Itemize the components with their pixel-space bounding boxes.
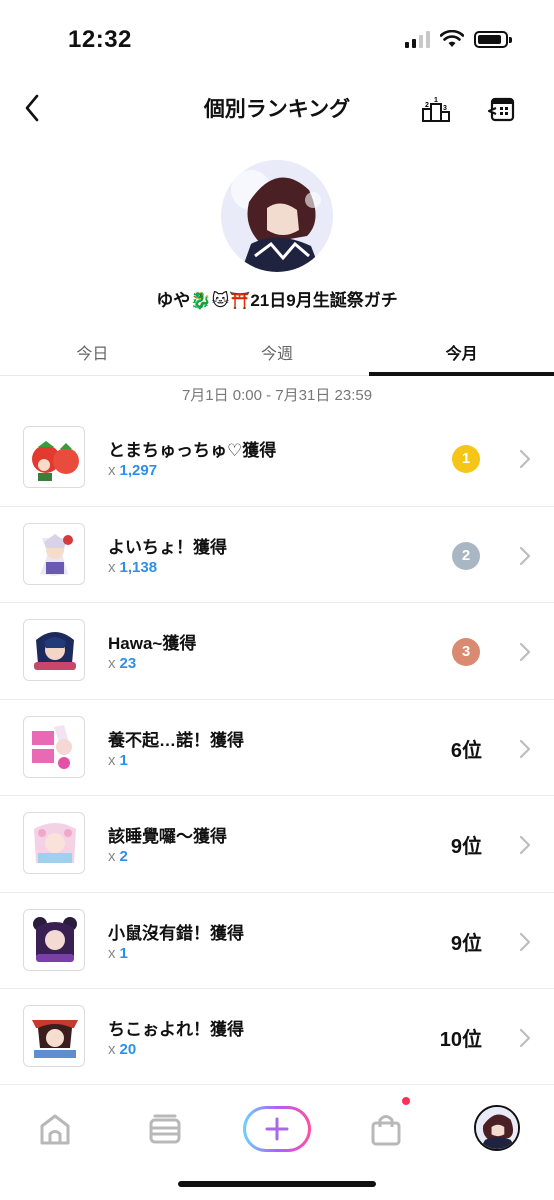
podium-icon: 1 2 3 [422,97,450,122]
home-icon [40,1114,70,1145]
item-name: とまちゅっちゅ♡獲得 [108,441,277,460]
item-count: x 23 [108,655,137,672]
ranking-row[interactable]: よいちょ！獲得 x 1,138 2 [0,507,554,603]
sticker-thumbnail [23,522,85,585]
item-count-value: 1 [119,944,128,962]
header: 個別ランキング 1 2 3 [0,80,554,136]
notification-dot [402,1097,410,1105]
podium-button[interactable]: 1 2 3 [417,90,455,128]
rank-label: 9位 [450,836,482,858]
battery-icon [474,30,512,48]
item-count: x2 [108,848,128,865]
sticker-thumbnail [23,812,85,874]
username: ゆや🐉🐱⛩️21日9月生誕祭ガチ [156,291,398,310]
add-button[interactable] [243,1106,311,1152]
item-count-value: 1,138 [119,558,158,576]
sticker-thumbnail [23,908,85,971]
ranking-row[interactable]: 養不起…諾！獲得 x1 6位 [0,700,554,796]
period-tabs: 今日 今週 今月 [0,322,554,376]
item-name: 小鼠沒有錯！獲得 [108,923,244,943]
rank-label: 9位 [450,932,482,955]
chevron-right-icon [519,1028,531,1048]
item-count-value: 1,297 [119,462,158,479]
svg-text:3: 3 [443,105,447,112]
chevron-right-icon [519,546,531,565]
item-name: よいちょ！獲得 [108,537,227,557]
item-count-value: 23 [119,655,137,672]
ranking-page: 12:32 個別ランキング 1 2 3 ゆや🐉🐱⛩️21日9月生誕祭ガチ 今日 … [0,0,554,1200]
ranking-row[interactable]: 該睡覺囉～獲得 x2 9位 [0,796,554,893]
item-count-value: 20 [119,1041,137,1058]
period-range: 7月1日 0:00 - 7月31日 23:59 [181,387,373,404]
nav-profile-avatar[interactable] [474,1105,520,1151]
bronze-medal-icon: 3 [452,638,480,666]
plus-icon [265,1117,289,1141]
ranking-row[interactable]: とまちゅっちゅ♡獲得 x 1,297 1 [0,410,554,507]
wifi-icon [440,30,464,47]
svg-text:1: 1 [434,97,438,104]
silver-medal-icon: 2 [452,541,480,570]
item-name: 該睡覺囉～獲得 [108,827,227,846]
nav-wallet-button[interactable] [141,1105,189,1153]
item-count: x1 [108,751,128,769]
status-time: 12:32 [68,26,132,53]
tab-today[interactable]: 今日 [0,322,185,375]
ranking-row[interactable]: ちこぉよれ！獲得 x 20 10位 [0,989,554,1086]
wallet-icon [149,1114,181,1144]
item-count-value: 1 [119,751,128,769]
page-title: 個別ランキング [203,98,351,121]
item-count-value: 2 [119,848,128,865]
item-count: x1 [108,944,128,962]
sticker-thumbnail [23,426,85,488]
home-indicator [178,1181,376,1187]
item-count: x 1,297 [108,462,158,479]
ranking-row[interactable]: Hawa~獲得 x 23 3 [0,603,554,700]
calendar-back-icon [487,97,515,122]
chevron-right-icon [519,739,531,758]
chevron-right-icon [519,449,531,469]
calendar-button[interactable] [482,90,520,128]
chevron-right-icon [519,835,531,855]
profile-avatar[interactable] [221,160,333,272]
item-name: ちこぉよれ！獲得 [108,1020,244,1039]
chevron-right-icon [519,932,531,951]
signal-icon [405,30,430,48]
item-count: x 20 [108,1041,137,1058]
chevron-right-icon [519,642,531,662]
item-name: Hawa~獲得 [108,634,197,653]
gold-medal-icon: 1 [452,445,480,473]
tab-this-month[interactable]: 今月 [369,322,554,376]
item-count: x 1,138 [108,558,158,576]
nav-home-button[interactable] [31,1105,79,1153]
nav-shop-button[interactable] [362,1105,410,1153]
rank-label: 10位 [439,1029,482,1051]
svg-text:2: 2 [425,102,429,109]
sticker-thumbnail [23,619,85,681]
ranking-row[interactable]: 小鼠沒有錯！獲得 x1 9位 [0,893,554,989]
sticker-thumbnail [23,1005,85,1067]
rank-label: 6位 [450,739,482,762]
ranking-list: とまちゅっちゅ♡獲得 x 1,297 1 よいちょ！獲得 x 1,138 2 H… [0,410,554,1086]
sticker-thumbnail [23,715,85,778]
status-bar: 12:32 [0,0,554,80]
shopping-bag-icon [371,1115,401,1146]
tab-this-week[interactable]: 今週 [185,322,370,375]
status-icons [405,30,512,48]
item-name: 養不起…諾！獲得 [108,730,244,750]
